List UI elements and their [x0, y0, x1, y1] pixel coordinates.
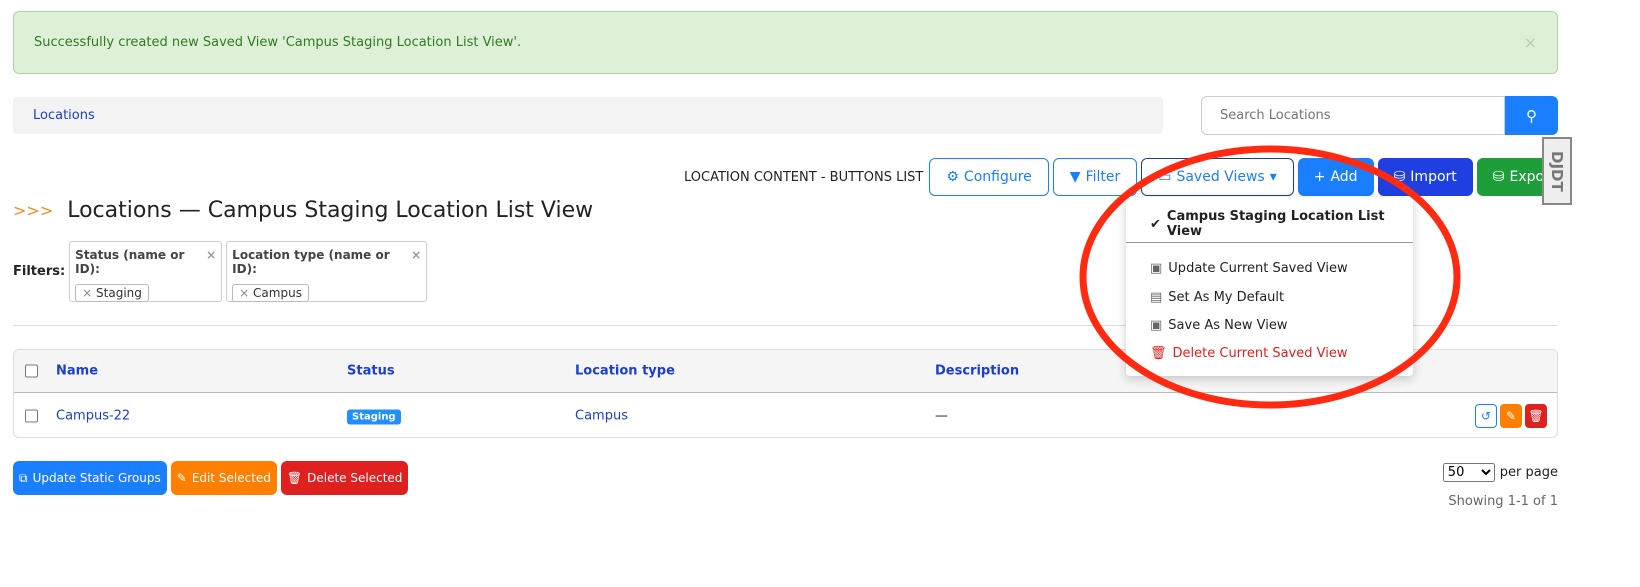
status-badge: Staging: [347, 409, 401, 424]
trash-icon: 🗑: [286, 471, 303, 485]
saved-views-label: Saved Views: [1176, 169, 1265, 185]
import-button[interactable]: ⛁ Import: [1377, 158, 1473, 196]
bulk-actions: ⧉ Update Static Groups ✎ Edit Selected 🗑 De…: [13, 461, 409, 495]
menu-item-current-view[interactable]: ✔ Campus Staging Location List View: [1150, 209, 1413, 239]
filter-chip[interactable]: × Campus: [232, 284, 309, 302]
pencil-icon: ✎: [176, 471, 187, 485]
table-row: Campus-22 Staging Campus — ↺ ✎ 🗑: [14, 393, 1557, 437]
current-view-label: Campus Staging Location List View: [1166, 209, 1385, 239]
update-static-groups-button[interactable]: ⧉ Update Static Groups: [13, 461, 167, 495]
filters: Filters: Status (name or ID): × × Staging…: [13, 241, 428, 302]
row-name-link[interactable]: Campus-22: [56, 408, 130, 423]
floppy-plus-icon: ▣: [1150, 318, 1163, 333]
database-icon: ⛁: [1393, 169, 1406, 185]
trash-icon[interactable]: 🗑: [1525, 403, 1547, 428]
check-icon: ✔: [1150, 216, 1161, 232]
update-view-label: Update Current Saved View: [1168, 261, 1348, 276]
history-icon[interactable]: ↺: [1475, 403, 1497, 428]
group-icon: ⧉: [19, 470, 28, 485]
header-status[interactable]: Status: [347, 364, 395, 379]
filter-chip[interactable]: × Staging: [75, 284, 149, 302]
add-button[interactable]: + Add: [1297, 158, 1374, 196]
menu-item-delete[interactable]: 🗑 Delete Current Saved View: [1150, 346, 1347, 361]
filter-name: Location type (name or ID):: [232, 248, 390, 276]
table-icon: ▤: [1150, 290, 1163, 305]
save-new-label: Save As New View: [1168, 318, 1288, 333]
filter-name: Status (name or ID):: [75, 248, 185, 276]
delete-selected-button[interactable]: 🗑 Delete Selected: [280, 461, 409, 495]
filter-location-type: Location type (name or ID): × × Campus: [226, 241, 428, 302]
import-label: Import: [1410, 169, 1457, 185]
row-description: —: [935, 408, 948, 423]
remove-icon[interactable]: ×: [239, 286, 253, 300]
saved-views-button[interactable]: ▭ Saved Views ▾: [1141, 158, 1294, 196]
floppy-icon: ▣: [1150, 261, 1163, 276]
close-icon[interactable]: ×: [1524, 33, 1537, 52]
row-actions: ↺ ✎ 🗑: [1475, 403, 1547, 428]
header-location-type[interactable]: Location type: [575, 364, 675, 379]
saved-views-menu: ✔ Campus Staging Location List View ▣ Upda…: [1126, 197, 1413, 376]
database-export-icon: ⛁: [1492, 169, 1505, 185]
row-type-link[interactable]: Campus: [575, 408, 628, 423]
set-default-label: Set As My Default: [1168, 290, 1285, 305]
add-label: Add: [1330, 169, 1358, 185]
search-input[interactable]: [1201, 96, 1505, 135]
success-alert: Successfully created new Saved View 'Cam…: [13, 11, 1558, 74]
chip-value: Campus: [253, 286, 302, 300]
delete-view-label: Delete Current Saved View: [1172, 346, 1348, 361]
toolbar: LOCATION CONTENT - BUTTONS LIST ⚙ Configu…: [684, 158, 1572, 196]
window-icon: ▭: [1158, 169, 1172, 185]
search-button[interactable]: ⚲: [1505, 96, 1558, 135]
header-name[interactable]: Name: [56, 364, 98, 379]
edit-icon[interactable]: ✎: [1500, 403, 1522, 428]
plus-icon: +: [1313, 169, 1326, 185]
gear-icon: ⚙: [946, 169, 959, 185]
remove-filter-icon[interactable]: ×: [206, 248, 216, 276]
search-form: ⚲: [1201, 96, 1558, 135]
configure-label: Configure: [963, 169, 1032, 185]
arrows-icon: >>>: [13, 201, 54, 220]
filters-label: Filters:: [13, 264, 66, 279]
row-checkbox[interactable]: [25, 409, 38, 422]
delete-label: Delete Selected: [307, 471, 403, 485]
search-icon: ⚲: [1526, 107, 1537, 125]
remove-filter-icon[interactable]: ×: [411, 248, 421, 276]
chip-value: Staging: [96, 286, 142, 300]
update-label: Update Static Groups: [32, 471, 161, 485]
trash-icon: 🗑: [1150, 346, 1167, 361]
remove-icon[interactable]: ×: [82, 286, 96, 300]
breadcrumb: Locations: [13, 97, 1163, 134]
per-page-label: per page: [1499, 465, 1558, 480]
per-page: 50 per page: [1442, 463, 1558, 482]
menu-item-set-default[interactable]: ▤ Set As My Default: [1150, 290, 1284, 305]
menu-item-save-new[interactable]: ▣ Save As New View: [1150, 318, 1287, 333]
breadcrumb-locations[interactable]: Locations: [33, 108, 95, 123]
debug-toolbar-handle[interactable]: DJDT: [1542, 137, 1572, 205]
per-page-select[interactable]: 50: [1442, 463, 1495, 482]
caret-down-icon: ▾: [1269, 169, 1277, 185]
menu-item-update[interactable]: ▣ Update Current Saved View: [1150, 261, 1348, 276]
menu-divider: [1126, 242, 1413, 243]
filter-button[interactable]: ▼ Filter: [1052, 158, 1138, 196]
page-title: >>> Locations — Campus Staging Location …: [13, 198, 593, 223]
filter-icon: ▼: [1069, 169, 1081, 185]
filter-label: Filter: [1085, 169, 1121, 185]
edit-selected-button[interactable]: ✎ Edit Selected: [170, 461, 277, 495]
edit-label: Edit Selected: [191, 471, 271, 485]
showing-count: Showing 1-1 of 1: [1448, 494, 1558, 509]
page-title-text: Locations — Campus Staging Location List…: [67, 198, 594, 223]
header-description[interactable]: Description: [935, 364, 1019, 379]
filter-status: Status (name or ID): × × Staging: [69, 241, 223, 302]
select-all-checkbox[interactable]: [25, 364, 38, 378]
configure-button[interactable]: ⚙ Configure: [929, 158, 1049, 196]
toolbar-label: LOCATION CONTENT - BUTTONS LIST: [684, 169, 924, 185]
alert-message: Successfully created new Saved View 'Cam…: [34, 35, 522, 50]
